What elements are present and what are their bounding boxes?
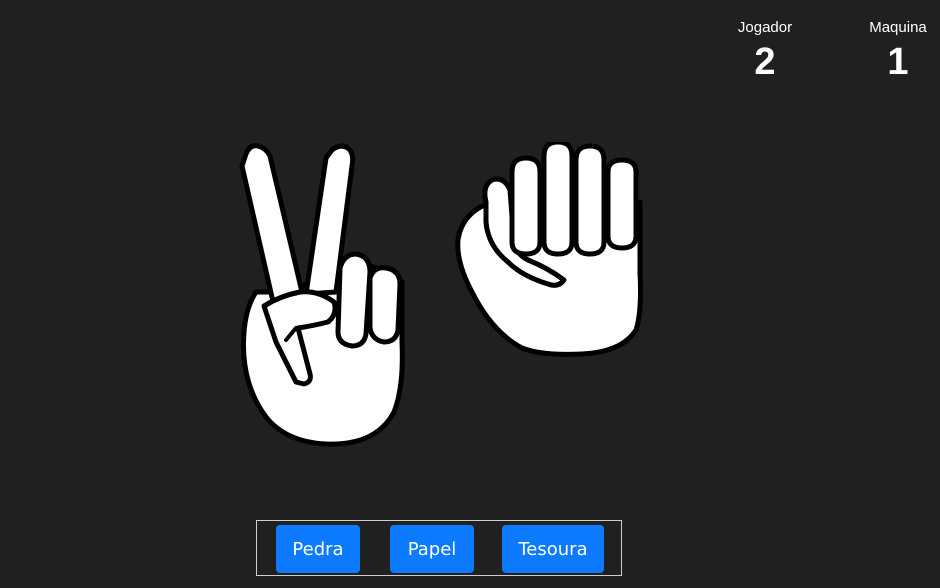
rock-hand-icon (455, 142, 643, 357)
game-stage: Jogador 2 Maquina 1 Pedra Papel Tesoura (0, 0, 940, 588)
paper-button[interactable]: Papel (390, 525, 474, 573)
machine-score-label: Maquina (869, 19, 927, 36)
machine-score-panel: Maquina 1 (853, 18, 940, 82)
player-score-value: 2 (754, 41, 776, 83)
scissors-hand-icon (239, 143, 405, 447)
player-score-panel: Jogador 2 (720, 18, 810, 82)
player-score-label: Jogador (737, 19, 793, 36)
scissors-button[interactable]: Tesoura (502, 525, 604, 573)
rock-button[interactable]: Pedra (276, 525, 360, 573)
machine-score-value: 1 (887, 41, 909, 83)
move-controls: Pedra Papel Tesoura (256, 520, 622, 576)
